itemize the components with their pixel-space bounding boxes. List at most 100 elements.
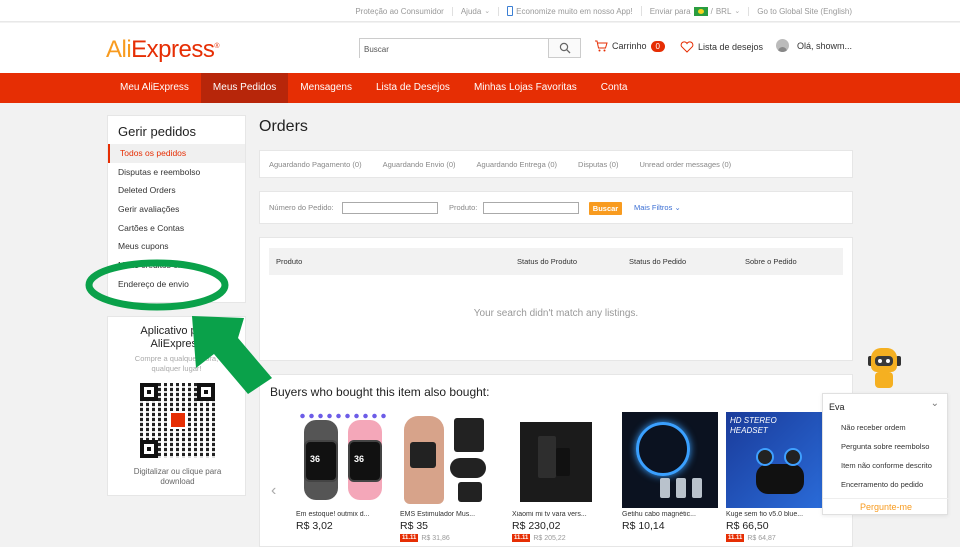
col-status-pedido: Status do Pedido [629, 257, 687, 266]
col-status-produto: Status do Produto [517, 257, 578, 266]
ship-to-label: Enviar para [649, 6, 691, 16]
wishlist-label: Lista de desejos [698, 42, 764, 52]
top-links: Proteção ao Consumidor Ajuda ⌄ Economize … [347, 0, 860, 22]
color-swatches [298, 412, 390, 420]
heart-icon [680, 41, 694, 53]
tab-aguardando-pagamento[interactable]: Aguardando Pagamento (0) [269, 160, 362, 169]
ask-me-button[interactable]: Pergunte-me [823, 498, 949, 516]
product-card[interactable]: Getihu cabo magnétic... R$ 10,14 [622, 412, 718, 532]
product-price: R$ 230,02 [512, 520, 561, 532]
product-price: R$ 10,14 [622, 520, 665, 532]
app-promo-title: Aplicativo para AliExpress [108, 317, 245, 351]
earbuds-image-text: HD STEREO HEADSET [730, 416, 777, 436]
order-filters: Número do Pedido: Produto: Buscar Mais F… [259, 191, 853, 224]
consumer-protection-label: Proteção ao Consumidor [355, 6, 444, 16]
more-filters-link[interactable]: Mais Filtros ⌄ [634, 203, 681, 212]
robot-icon[interactable] [866, 346, 902, 392]
order-number-input[interactable] [342, 202, 438, 214]
site-header: AliExpress® Carrinho 0 Lista de desejos … [0, 23, 960, 73]
product-image-ems [400, 412, 496, 508]
search-input[interactable] [360, 40, 548, 59]
recommendations-panel: Buyers who bought this item also bought:… [259, 374, 853, 547]
chat-option-nao-receber[interactable]: Não receber ordem [841, 423, 906, 432]
cart-link[interactable]: Carrinho 0 [594, 40, 665, 52]
nav-item-meus-pedidos[interactable]: Meus Pedidos [200, 73, 289, 103]
watch-time: 36 [354, 454, 365, 464]
help-label: Ajuda [460, 6, 482, 16]
product-name: Getihu cabo magnétic... [622, 511, 696, 518]
sidebar-item-deleted-orders[interactable]: Deleted Orders [108, 181, 245, 200]
earbuds-text-line1: HD STEREO [730, 416, 777, 425]
product-card[interactable]: Xiaomi mi tv vara vers... R$ 230,02 11.1… [512, 412, 608, 542]
sidebar-item-endereco-envio[interactable]: Endereço de envio [108, 275, 245, 294]
earbud [756, 448, 774, 466]
ems-pad [454, 418, 484, 452]
consumer-protection-link[interactable]: Proteção ao Consumidor [347, 6, 453, 16]
aliexpress-logo[interactable]: AliExpress® [106, 36, 220, 64]
tab-aguardando-entrega[interactable]: Aguardando Entrega (0) [477, 160, 557, 169]
page-title: Orders [259, 118, 308, 135]
product-image-smartwatch: 36 36 [296, 412, 392, 508]
filter-search-button[interactable]: Buscar [589, 202, 622, 215]
tab-disputas[interactable]: Disputas (0) [578, 160, 618, 169]
nav-item-meu-aliexpress[interactable]: Meu AliExpress [108, 73, 201, 103]
app-promo-subtitle: Compre a qualquer hora, qualquer lugar! [108, 354, 245, 374]
chat-option-reembolso[interactable]: Pergunta sobre reembolso [841, 442, 929, 451]
nav-item-conta[interactable]: Conta [589, 73, 640, 103]
ems-pad [410, 442, 436, 468]
search-box [359, 38, 581, 59]
qr-corner [140, 440, 158, 458]
orders-results: Produto Status do Produto Status do Pedi… [259, 237, 853, 361]
sidebar-item-disputas[interactable]: Disputas e reembolso [108, 163, 245, 182]
product-name: Kuge sem fio v5.0 blue... [726, 511, 804, 518]
product-card[interactable]: EMS Estimulador Mus... R$ 35 11.11 R$ 31,… [400, 412, 496, 542]
nav-item-lojas-favoritas[interactable]: Minhas Lojas Favoritas [462, 73, 589, 103]
global-site-link[interactable]: Go to Global Site (English) [749, 7, 860, 16]
product-image-tv-stick [512, 412, 608, 508]
tab-unread-messages[interactable]: Unread order messages (0) [639, 160, 731, 169]
nav-item-mensagens[interactable]: Mensagens [288, 73, 364, 103]
watch-face: 36 [348, 440, 382, 482]
watch-time: 36 [310, 454, 321, 464]
wishlist-link[interactable]: Lista de desejos [680, 41, 763, 53]
ship-to-selector[interactable]: Enviar para / BRL ⌄ [642, 6, 750, 16]
col-produto: Produto [276, 257, 303, 266]
product-old-price: R$ 64,87 [747, 534, 776, 542]
product-card[interactable]: 36 36 Em estoque! outmix d... R$ 3,02 [296, 412, 392, 532]
empty-results-message: Your search didn't match any listings. [473, 308, 639, 319]
user-menu[interactable]: Olá, showm... [776, 39, 852, 52]
nav-item-lista-de-desejos[interactable]: Lista de Desejos [364, 73, 462, 103]
app-promo-caption-line1: Digitalizar ou clique para [133, 467, 222, 476]
chat-option-nao-conforme[interactable]: Item não conforme descrito [841, 461, 932, 470]
help-link[interactable]: Ajuda ⌄ [453, 6, 500, 16]
app-link[interactable]: Economize muito em nosso App! [499, 6, 642, 16]
watch-face: 36 [304, 440, 338, 482]
product-price: R$ 3,02 [296, 520, 333, 532]
app-promo-caption-line2: download [160, 477, 195, 486]
earbuds-text-line2: HEADSET [730, 426, 768, 435]
robot-visor [875, 356, 893, 366]
sidebar-item-avaliacoes[interactable]: Gerir avaliações [108, 200, 245, 219]
sidebar-item-cupons[interactable]: Meus cupons [108, 237, 245, 256]
sidebar-menu: Todos os pedidos Disputas e reembolso De… [108, 144, 245, 294]
col-sobre-pedido: Sobre o Pedido [745, 257, 797, 266]
product-name: Xiaomi mi tv vara vers... [512, 511, 587, 518]
product-name: Em estoque! outmix d... [296, 511, 370, 518]
product-sale-price: 11.11 R$ 31,86 [400, 534, 496, 542]
product-sale-price: 11.11 R$ 205,22 [512, 534, 608, 542]
chevron-down-icon: ⌄ [484, 8, 491, 15]
search-button[interactable] [548, 39, 580, 57]
sidebar-item-todos-pedidos[interactable]: Todos os pedidos [108, 144, 245, 163]
product-card[interactable]: HD STEREO HEADSET Kuge sem fio v5.0 blue.… [726, 412, 822, 542]
chevron-left-icon[interactable]: ‹ [271, 482, 276, 500]
chevron-down-icon[interactable]: ⌄ [931, 398, 939, 409]
sale-tag: 11.11 [400, 534, 419, 542]
tab-aguardando-envio[interactable]: Aguardando Envio (0) [383, 160, 456, 169]
sidebar-item-cartoes[interactable]: Cartões e Contas [108, 219, 245, 238]
qr-code[interactable] [140, 383, 215, 458]
sidebar-item-creditos[interactable]: Meus créditos em [108, 256, 245, 275]
chat-option-encerramento[interactable]: Encerramento do pedido [841, 480, 923, 489]
top-utility-bar: Proteção ao Consumidor Ajuda ⌄ Economize … [0, 0, 960, 22]
app-promo-title-line2: AliExpress [150, 338, 203, 350]
product-input[interactable] [483, 202, 579, 214]
